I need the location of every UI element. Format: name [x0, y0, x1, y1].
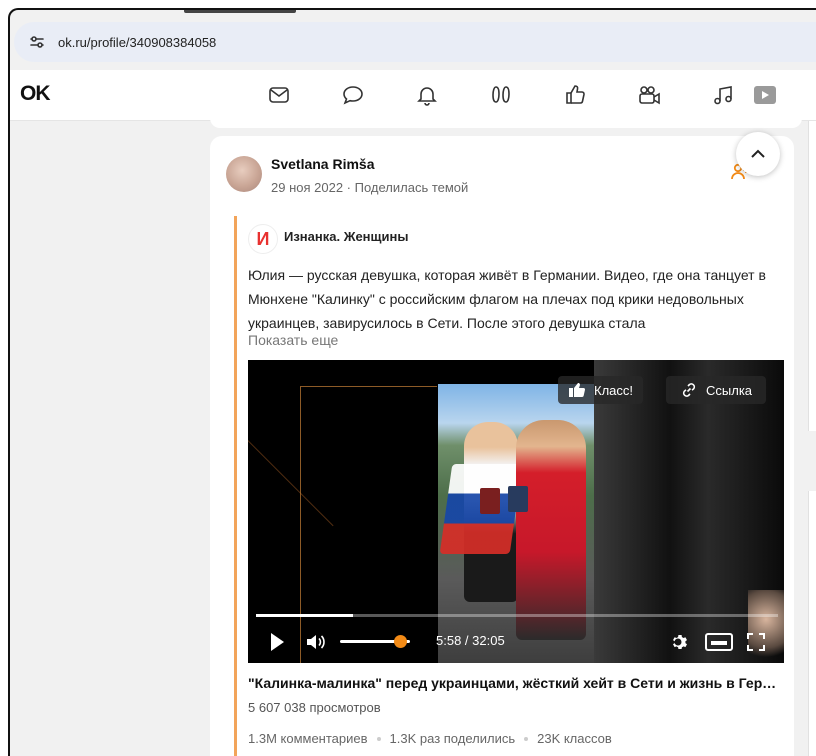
video-person-right: [516, 420, 586, 640]
bell-icon[interactable]: [414, 82, 440, 108]
show-more-link[interactable]: Показать еще: [248, 332, 338, 348]
thumbs-up-icon: [568, 382, 586, 398]
active-tab-indicator: [184, 10, 296, 13]
video-frame-photo: [438, 384, 594, 663]
address-bar[interactable]: ok.ru/profile/340908384058: [14, 22, 816, 62]
volume-icon[interactable]: [304, 630, 328, 654]
video-like-label: Класс!: [594, 382, 633, 398]
left-sidebar: [10, 121, 204, 756]
post-stats: 1.3M комментариев 1.3K раз поделились 23…: [248, 731, 612, 746]
video-icon[interactable]: [752, 82, 778, 108]
music-icon[interactable]: [710, 82, 736, 108]
video-player[interactable]: Класс! Ссылка 5:58 / 32:05: [248, 360, 784, 663]
right-panel-bottom: [808, 491, 816, 756]
right-sidebar: [808, 121, 816, 756]
video-views: 5 607 038 просмотров: [248, 700, 381, 715]
shares-count[interactable]: 1.3K раз поделились: [390, 731, 516, 746]
post-author[interactable]: Svetlana Rimša: [271, 156, 375, 172]
link-icon: [680, 381, 698, 399]
volume-slider-knob[interactable]: [393, 635, 407, 648]
scroll-up-button[interactable]: [736, 132, 780, 176]
browser-window: ok.ru/profile/340908384058 OK Svetlana R…: [8, 8, 816, 756]
video-progress-bar[interactable]: [256, 614, 778, 617]
video-camera-icon[interactable]: [636, 82, 662, 108]
likes-count[interactable]: 23K классов: [537, 731, 612, 746]
settings-gear-icon[interactable]: [668, 630, 692, 654]
previous-post-bottom: [210, 116, 802, 128]
ok-logo[interactable]: OK: [20, 82, 50, 106]
feed-post: Svetlana Rimša 29 ноя 2022 · Поделилась …: [210, 136, 794, 756]
url-text[interactable]: ok.ru/profile/340908384058: [58, 35, 216, 50]
video-link-label: Ссылка: [706, 382, 753, 398]
video-like-button[interactable]: Класс!: [558, 376, 643, 404]
guests-icon[interactable]: [488, 82, 514, 108]
avatar[interactable]: [226, 156, 262, 192]
site-header: OK: [10, 70, 816, 121]
site-settings-icon[interactable]: [28, 33, 46, 51]
play-icon[interactable]: [266, 630, 288, 654]
shared-topic: И Изнанка. Женщины Юлия — русская девушк…: [234, 216, 785, 756]
right-panel-top: [808, 121, 816, 431]
separator-dot: [376, 736, 381, 741]
video-link-button[interactable]: Ссылка: [666, 376, 767, 404]
group-logo[interactable]: И: [248, 224, 278, 254]
chevron-up-icon: [750, 149, 766, 159]
video-title[interactable]: "Калинка-малинка" перед украинцами, жёст…: [248, 675, 784, 691]
theater-mode-icon[interactable]: [704, 630, 734, 654]
fullscreen-icon[interactable]: [744, 630, 768, 654]
video-time: 5:58 / 32:05: [436, 633, 505, 648]
chat-icon[interactable]: [340, 82, 366, 108]
video-passport-right: [508, 486, 528, 512]
post-text: Юлия — русская девушка, которая живёт в …: [248, 267, 766, 331]
post-meta: 29 ноя 2022 · Поделилась темой: [271, 180, 469, 195]
video-passport-left: [480, 488, 500, 514]
video-progress-fill: [256, 614, 354, 617]
video-frame-decoration: [300, 386, 437, 663]
group-name[interactable]: Изнанка. Женщины: [284, 229, 408, 244]
mail-icon[interactable]: [266, 82, 292, 108]
separator-dot: [524, 736, 529, 741]
like-icon[interactable]: [562, 82, 588, 108]
comments-count[interactable]: 1.3M комментариев: [248, 731, 368, 746]
